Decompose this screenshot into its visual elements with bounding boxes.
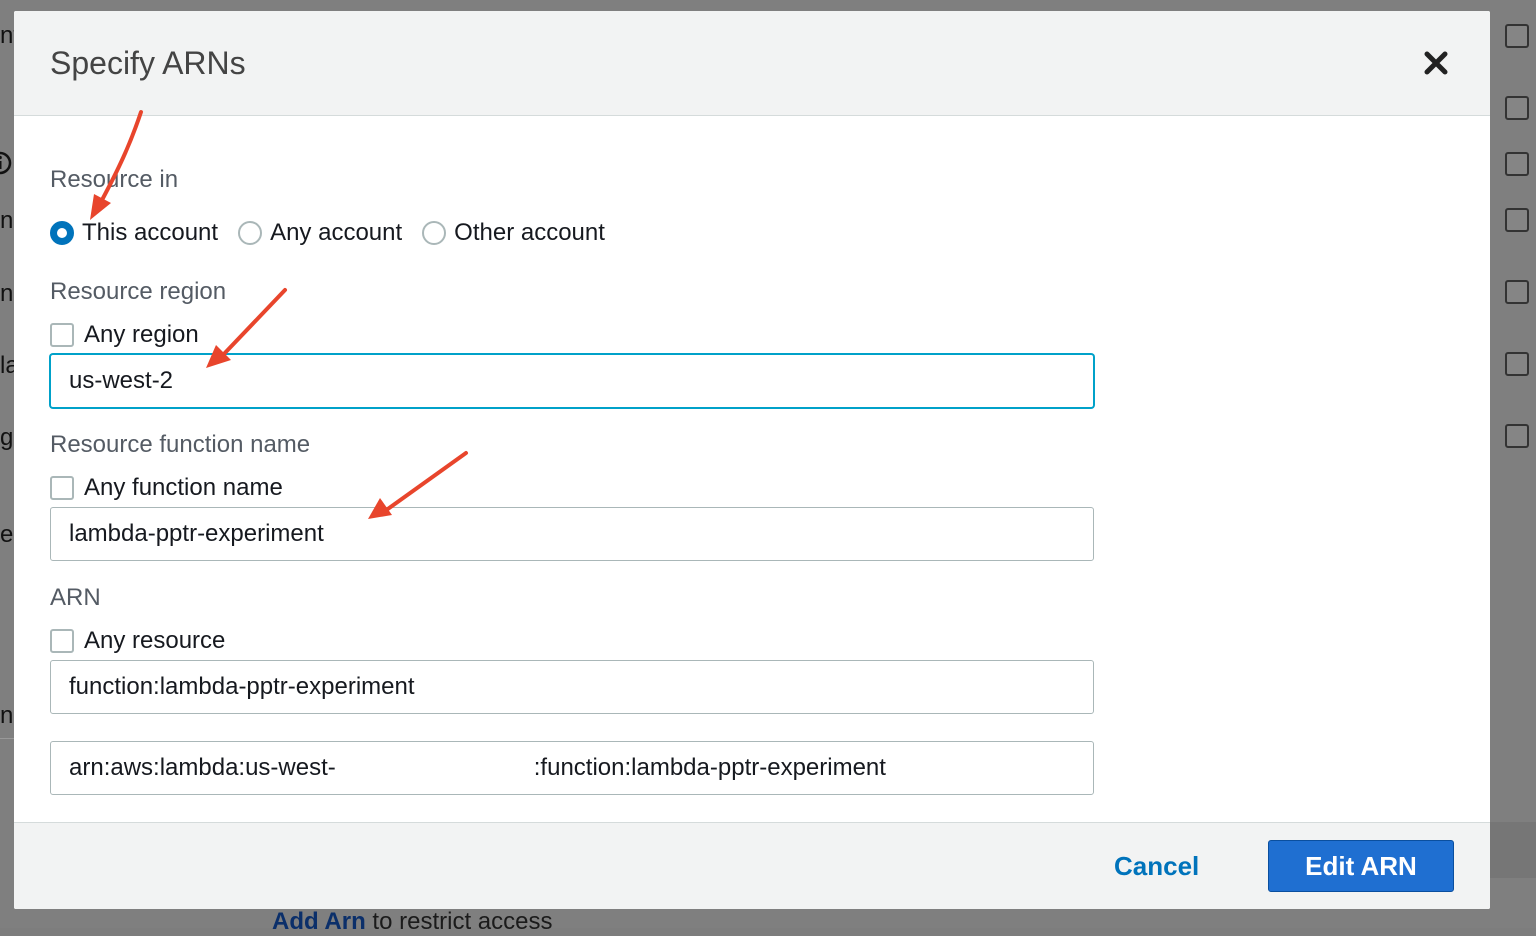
radio-label: This account	[82, 219, 219, 246]
arn-prefix: arn:aws:lambda:us-west-	[69, 754, 336, 781]
radio-button[interactable]	[422, 221, 447, 245]
background-hint-text: to restrict access	[365, 908, 553, 935]
modal-header: Specify ARNs	[14, 11, 1490, 116]
resource-input[interactable]: function:lambda-pptr-experiment	[50, 660, 1094, 714]
edit-arn-button[interactable]: Edit ARN	[1268, 840, 1454, 892]
cancel-button[interactable]: Cancel	[1114, 851, 1199, 882]
radio-any-account[interactable]: Any account	[238, 219, 402, 247]
radio-button[interactable]	[238, 221, 263, 245]
any-resource-checkbox-row[interactable]: Any resource	[50, 626, 225, 656]
resource-in-label: Resource in	[50, 166, 179, 193]
arn-suffix: :function:lambda-pptr-experiment	[533, 754, 886, 781]
radio-label: Other account	[454, 219, 605, 246]
background-checkbox[interactable]	[1505, 352, 1529, 376]
background-hint: Add Arn to restrict access	[272, 908, 552, 936]
function-name-input[interactable]: lambda-pptr-experiment	[50, 507, 1094, 561]
background-checkbox[interactable]	[1505, 208, 1529, 232]
background-checkbox[interactable]	[1505, 24, 1529, 48]
region-input[interactable]: us-west-2	[50, 354, 1094, 408]
radio-this-account[interactable]: This account	[50, 219, 218, 247]
radio-button-selected[interactable]	[50, 221, 74, 245]
background-panel	[1490, 822, 1536, 878]
background-text: n	[0, 207, 14, 234]
resource-region-label: Resource region	[50, 278, 227, 305]
background-checkbox[interactable]	[1505, 96, 1529, 120]
resource-in-radio-group: This account Any account Other account	[50, 217, 625, 249]
full-arn-input[interactable]: arn:aws:lambda:us-west- :function:lambda-…	[50, 741, 1094, 795]
specify-arns-modal: Specify ARNs Resource in This account An…	[14, 11, 1490, 909]
any-function-name-checkbox-row[interactable]: Any function name	[50, 473, 283, 503]
radio-other-account[interactable]: Other account	[422, 219, 605, 247]
any-region-checkbox[interactable]	[50, 323, 74, 347]
any-function-name-label: Any function name	[84, 474, 283, 501]
background-text: g	[0, 424, 14, 451]
background-checkbox[interactable]	[1505, 280, 1529, 304]
info-icon	[0, 151, 12, 175]
add-arn-link[interactable]: Add Arn	[272, 908, 366, 935]
background-divider	[0, 738, 14, 739]
any-resource-label: Any resource	[84, 627, 226, 654]
close-icon	[1424, 51, 1448, 75]
any-region-label: Any region	[84, 321, 199, 348]
any-function-name-checkbox[interactable]	[50, 476, 74, 500]
background-text: e	[0, 521, 14, 548]
modal-title: Specify ARNs	[50, 45, 246, 81]
close-button[interactable]	[1422, 49, 1450, 77]
background-checkbox[interactable]	[1505, 424, 1529, 448]
modal-footer: Cancel Edit ARN	[14, 822, 1490, 909]
any-resource-checkbox[interactable]	[50, 629, 74, 653]
background-checkbox[interactable]	[1505, 152, 1529, 176]
arn-label: ARN	[50, 584, 101, 611]
radio-label: Any account	[270, 219, 403, 246]
any-region-checkbox-row[interactable]: Any region	[50, 320, 199, 350]
resource-function-name-label: Resource function name	[50, 431, 311, 458]
